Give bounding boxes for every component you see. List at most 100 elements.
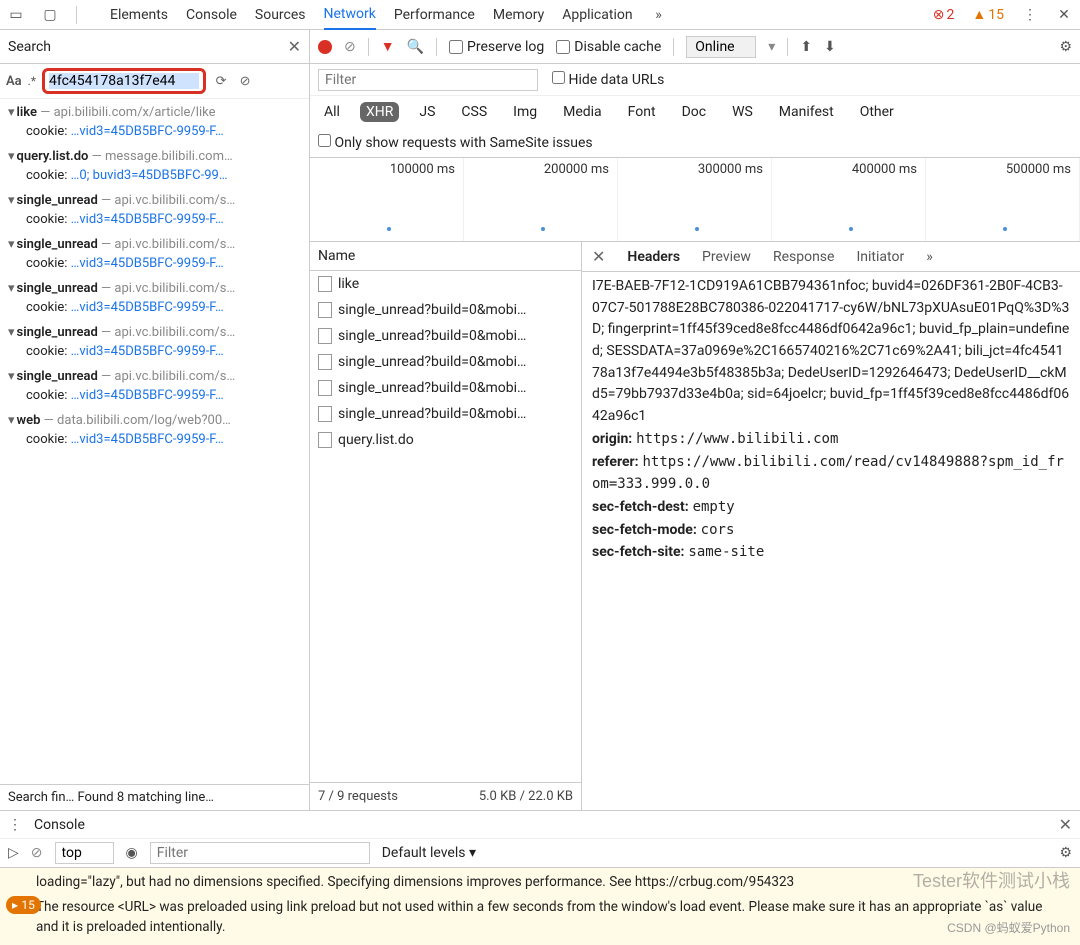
- tab-sources[interactable]: Sources: [255, 7, 306, 23]
- detail-close-icon[interactable]: ✕: [592, 247, 605, 266]
- match-case-icon[interactable]: Aa: [6, 74, 22, 89]
- search-footer: Search fin… Found 8 matching line…: [0, 784, 309, 810]
- type-xhr[interactable]: XHR: [360, 102, 399, 122]
- gear-icon[interactable]: ⚙: [1059, 39, 1072, 55]
- search-clear-icon[interactable]: ⊘: [236, 72, 254, 90]
- search-result-line[interactable]: cookie: …vid3=45DB5BFC-9959-F…: [0, 298, 309, 319]
- more-tabs-icon[interactable]: »: [651, 7, 667, 23]
- response-header: sec-fetch-mode: cors: [592, 519, 1070, 542]
- download-har-icon[interactable]: ⬇: [824, 39, 836, 55]
- requests-count: 7 / 9 requests: [318, 789, 398, 804]
- detail-tab-response[interactable]: Response: [773, 249, 835, 265]
- type-other[interactable]: Other: [854, 102, 900, 122]
- regex-icon[interactable]: .*: [28, 74, 36, 88]
- hide-dataurls-checkbox[interactable]: Hide data URLs: [552, 71, 664, 88]
- record-icon[interactable]: [318, 40, 332, 54]
- type-css[interactable]: CSS: [455, 102, 493, 122]
- search-result-line[interactable]: cookie: …0; buvid3=45DB5BFC-99…: [0, 166, 309, 187]
- error-badge[interactable]: ⊗ 2: [933, 7, 955, 23]
- search-result[interactable]: ▾like — api.bilibili.com/x/article/like: [0, 99, 309, 122]
- request-row[interactable]: single_unread?build=0&mobi…: [310, 401, 581, 427]
- timeline-tick: 400000 ms: [772, 158, 926, 241]
- type-all[interactable]: All: [318, 102, 346, 122]
- detail-tab-headers[interactable]: Headers: [627, 249, 680, 265]
- watermark-logo: Tester软件测试小栈: [913, 868, 1070, 895]
- search-result-line[interactable]: cookie: …vid3=45DB5BFC-9959-F…: [0, 210, 309, 231]
- watermark: CSDN @蚂蚁爱Python: [947, 919, 1070, 937]
- drawer-menu-icon[interactable]: ⋮: [8, 817, 22, 833]
- type-media[interactable]: Media: [557, 102, 608, 122]
- search-result[interactable]: ▾query.list.do — message.bilibili.com…: [0, 143, 309, 166]
- upload-har-icon[interactable]: ⬆: [800, 39, 812, 55]
- search-highlight: [42, 68, 206, 94]
- tab-console[interactable]: Console: [186, 7, 237, 23]
- request-row[interactable]: query.list.do: [310, 427, 581, 453]
- console-filter-input[interactable]: [150, 842, 370, 864]
- type-manifest[interactable]: Manifest: [773, 102, 840, 122]
- console-clear-icon[interactable]: ⊘: [31, 845, 43, 861]
- exec-icon[interactable]: ▷: [8, 845, 19, 861]
- search-result-line[interactable]: cookie: …vid3=45DB5BFC-9959-F…: [0, 254, 309, 275]
- tab-network[interactable]: Network: [324, 6, 376, 30]
- search-result[interactable]: ▾single_unread — api.vc.bilibili.com/s…: [0, 319, 309, 342]
- search-close-icon[interactable]: ✕: [288, 37, 301, 56]
- filter-icon[interactable]: ▼: [381, 38, 395, 55]
- search-result-line[interactable]: cookie: …vid3=45DB5BFC-9959-F…: [0, 430, 309, 451]
- type-ws[interactable]: WS: [726, 102, 759, 122]
- tab-performance[interactable]: Performance: [394, 7, 475, 23]
- preserve-log-checkbox[interactable]: Preserve log: [449, 39, 544, 55]
- inspect-icon[interactable]: ▭: [8, 7, 24, 23]
- console-line: The resource <URL> was preloaded using l…: [36, 897, 1068, 938]
- search-result-line[interactable]: cookie: …vid3=45DB5BFC-9959-F…: [0, 342, 309, 363]
- search-result[interactable]: ▾single_unread — api.vc.bilibili.com/s…: [0, 363, 309, 386]
- detail-more-icon[interactable]: »: [926, 249, 933, 265]
- warn-badge[interactable]: ▲ 15: [972, 6, 1004, 23]
- request-row[interactable]: single_unread?build=0&mobi…: [310, 297, 581, 323]
- type-img[interactable]: Img: [507, 102, 543, 122]
- samesite-checkbox[interactable]: Only show requests with SameSite issues: [318, 134, 593, 151]
- type-font[interactable]: Font: [622, 102, 662, 122]
- search-result[interactable]: ▾single_unread — api.vc.bilibili.com/s…: [0, 231, 309, 254]
- timeline-tick: 500000 ms: [926, 158, 1080, 241]
- response-header: sec-fetch-site: same-site: [592, 541, 1070, 564]
- type-doc[interactable]: Doc: [676, 102, 713, 122]
- timeline-tick: 100000 ms: [310, 158, 464, 241]
- console-close-icon[interactable]: ✕: [1059, 815, 1072, 834]
- warn-count-badge: ▸ 15: [6, 896, 41, 914]
- doc-icon: [318, 276, 332, 292]
- kebab-icon[interactable]: ⋮: [1022, 7, 1038, 23]
- disable-cache-checkbox[interactable]: Disable cache: [556, 39, 661, 55]
- type-js[interactable]: JS: [413, 102, 441, 122]
- clear-icon[interactable]: ⊘: [344, 39, 356, 55]
- name-column-header[interactable]: Name: [310, 242, 581, 271]
- search-result[interactable]: ▾web — data.bilibili.com/log/web?00…: [0, 407, 309, 430]
- search-result[interactable]: ▾single_unread — api.vc.bilibili.com/s…: [0, 275, 309, 298]
- request-row[interactable]: like: [310, 271, 581, 297]
- request-row[interactable]: single_unread?build=0&mobi…: [310, 349, 581, 375]
- live-expr-icon[interactable]: ◉: [126, 845, 138, 861]
- detail-tab-initiator[interactable]: Initiator: [856, 249, 904, 265]
- network-filter-input[interactable]: [318, 69, 538, 91]
- close-devtools-icon[interactable]: ✕: [1056, 7, 1072, 23]
- throttle-select[interactable]: Online: [686, 36, 756, 58]
- search-result-line[interactable]: cookie: …vid3=45DB5BFC-9959-F…: [0, 122, 309, 143]
- request-row[interactable]: single_unread?build=0&mobi…: [310, 323, 581, 349]
- transfer-size: 5.0 KB / 22.0 KB: [479, 789, 573, 804]
- levels-select[interactable]: Default levels ▾: [382, 845, 476, 861]
- search-result[interactable]: ▾single_unread — api.vc.bilibili.com/s…: [0, 187, 309, 210]
- context-select[interactable]: top: [55, 842, 114, 864]
- search-input[interactable]: [49, 73, 199, 89]
- device-icon[interactable]: ▢: [42, 7, 58, 23]
- tab-application[interactable]: Application: [562, 7, 632, 23]
- tab-memory[interactable]: Memory: [493, 7, 544, 23]
- search-result-line[interactable]: cookie: …vid3=45DB5BFC-9959-F…: [0, 386, 309, 407]
- response-header: sec-fetch-dest: empty: [592, 496, 1070, 519]
- console-gear-icon[interactable]: ⚙: [1059, 845, 1072, 861]
- detail-tab-preview[interactable]: Preview: [702, 249, 751, 265]
- search-title: Search: [8, 39, 51, 55]
- tab-elements[interactable]: Elements: [110, 7, 168, 23]
- search-icon[interactable]: 🔍: [407, 39, 424, 55]
- search-refresh-icon[interactable]: ⟳: [212, 72, 230, 90]
- request-row[interactable]: single_unread?build=0&mobi…: [310, 375, 581, 401]
- doc-icon: [318, 302, 332, 318]
